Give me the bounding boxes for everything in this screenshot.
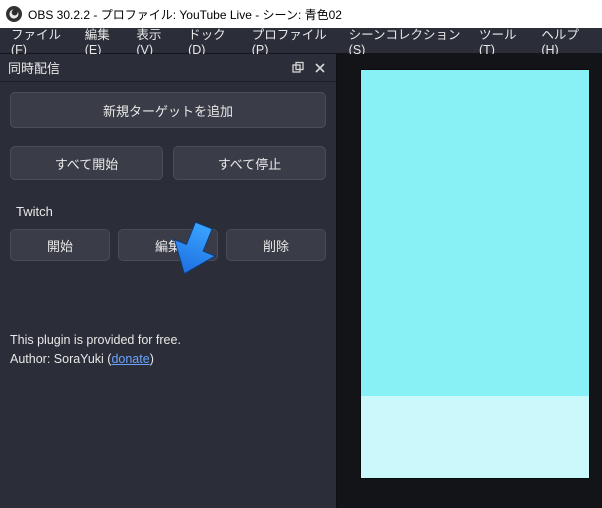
dock-close-icon[interactable] — [312, 60, 328, 76]
target-delete-button[interactable]: 削除 — [226, 229, 326, 261]
window-title: OBS 30.2.2 - プロファイル: YouTube Live - シーン:… — [28, 6, 342, 23]
target-start-button[interactable]: 開始 — [10, 229, 110, 261]
obs-app-icon — [6, 6, 22, 22]
add-target-button[interactable]: 新規ターゲットを追加 — [10, 92, 326, 128]
footer-donate-link[interactable]: donate — [111, 352, 149, 366]
dock-title: 同時配信 — [8, 58, 284, 77]
menubar: ファイル(F) 編集(E) 表示(V) ドック(D) プロファイル(P) シーン… — [0, 28, 602, 54]
footer-author-prefix: Author: SoraYuki ( — [10, 352, 111, 366]
multistream-dock: 同時配信 新規ターゲットを追加 すべて開始 すべて停止 Twitch 開始 編集… — [0, 54, 337, 508]
preview-area — [337, 54, 602, 508]
target-edit-button[interactable]: 編集 — [118, 229, 218, 261]
dock-popout-icon[interactable] — [290, 60, 306, 76]
footer-author-suffix: ) — [150, 352, 154, 366]
dock-header: 同時配信 — [0, 54, 336, 82]
start-all-button[interactable]: すべて開始 — [10, 146, 163, 180]
preview-source-bottom — [361, 396, 589, 478]
stop-all-button[interactable]: すべて停止 — [173, 146, 326, 180]
dock-body: 新規ターゲットを追加 すべて開始 すべて停止 Twitch 開始 編集 削除 T… — [0, 82, 336, 508]
preview-source-top — [361, 70, 589, 396]
footer-line1: This plugin is provided for free. — [10, 333, 181, 347]
preview-canvas[interactable] — [361, 70, 589, 478]
target-name-label: Twitch — [16, 204, 326, 219]
workspace: 同時配信 新規ターゲットを追加 すべて開始 すべて停止 Twitch 開始 編集… — [0, 54, 602, 508]
plugin-footer: This plugin is provided for free. Author… — [10, 331, 326, 369]
